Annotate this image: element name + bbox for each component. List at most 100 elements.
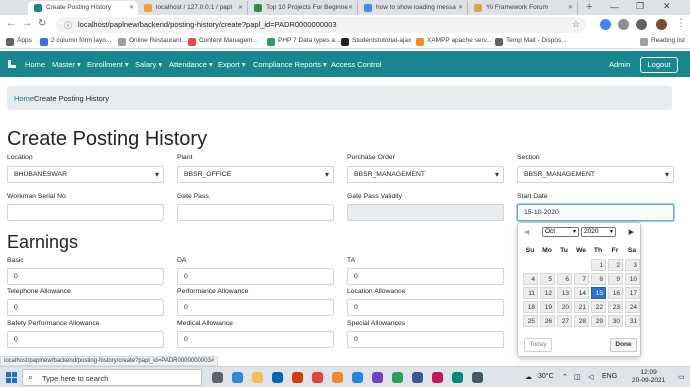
- forward-icon[interactable]: →: [22, 18, 32, 29]
- calendar-day[interactable]: 21: [574, 301, 589, 313]
- taskbar-search-input[interactable]: ⌕ Type here to search: [22, 369, 202, 386]
- calendar-day[interactable]: 11: [523, 287, 538, 299]
- store-icon[interactable]: [272, 372, 283, 383]
- calendar-day[interactable]: 18: [523, 301, 538, 313]
- info-icon[interactable]: ⓘ: [64, 20, 72, 31]
- calendar-day[interactable]: 9: [608, 273, 623, 285]
- menu-kebab-icon[interactable]: ⋮: [676, 18, 686, 29]
- profile-avatar[interactable]: [636, 19, 647, 30]
- clock[interactable]: 12:09 20-09-2021: [632, 369, 665, 385]
- browser-tab[interactable]: Create Posting History ✕: [28, 1, 138, 15]
- language-label[interactable]: ENG: [602, 373, 617, 380]
- bookmark-item[interactable]: Temp Mail - Dispos...: [495, 37, 567, 46]
- calendar-day[interactable]: 23: [608, 301, 623, 313]
- nav-item[interactable]: Attendance ▾: [169, 60, 213, 69]
- calendar-day[interactable]: 22: [591, 301, 606, 313]
- chrome-icon[interactable]: [312, 372, 323, 383]
- nav-item[interactable]: Access Control: [331, 60, 381, 69]
- performance-allowance-input[interactable]: 0: [177, 299, 334, 316]
- calendar-day[interactable]: 27: [557, 315, 572, 327]
- calendar-day[interactable]: 4: [523, 273, 538, 285]
- task-view-icon[interactable]: [212, 372, 223, 383]
- maximize-icon[interactable]: ❐: [636, 1, 644, 12]
- minimize-icon[interactable]: —: [610, 2, 619, 12]
- app-icon-2[interactable]: [392, 372, 403, 383]
- calendar-day[interactable]: 14: [574, 287, 589, 299]
- special-allowance-input[interactable]: 0: [347, 331, 504, 348]
- xampp-icon[interactable]: [332, 372, 343, 383]
- brand-logo-icon[interactable]: [8, 60, 16, 68]
- bookmark-item[interactable]: Content Managem...: [188, 37, 258, 46]
- notification-icon[interactable]: ▭: [678, 373, 685, 381]
- ta-input[interactable]: 0: [347, 268, 504, 285]
- close-window-icon[interactable]: ✕: [663, 1, 671, 12]
- close-tab-icon[interactable]: ✕: [129, 4, 134, 11]
- user-avatar[interactable]: [656, 19, 667, 30]
- browser-tab[interactable]: Top 10 Projects For Beginne ✕: [248, 1, 358, 15]
- nav-item[interactable]: Export ▾: [218, 60, 246, 69]
- browser-tab[interactable]: how to show loading messa ✕: [358, 1, 468, 15]
- calendar-day[interactable]: 7: [574, 273, 589, 285]
- calendar-day[interactable]: 30: [608, 315, 623, 327]
- close-tab-icon[interactable]: ✕: [348, 4, 353, 11]
- tray-chevron-icon[interactable]: ⌃: [562, 373, 568, 381]
- prev-month-icon[interactable]: ◀: [524, 228, 529, 236]
- edge-icon[interactable]: [232, 372, 243, 383]
- calendar-day[interactable]: 12: [540, 287, 555, 299]
- puzzle-icon[interactable]: [618, 19, 629, 30]
- bookmark-item[interactable]: Online Restaurant...: [118, 37, 187, 46]
- app-icon-3[interactable]: [412, 372, 423, 383]
- calendar-day[interactable]: 26: [540, 315, 555, 327]
- url-text[interactable]: localhost/paplnew/backend/posting-histor…: [78, 20, 337, 29]
- calendar-day[interactable]: 10: [625, 273, 640, 285]
- calendar-day[interactable]: 16: [608, 287, 623, 299]
- bookmark-item[interactable]: Studentstutorial-ajax: [341, 37, 411, 46]
- nav-item[interactable]: Salary ▾: [135, 60, 162, 69]
- section-select[interactable]: BBSR_MANAGEMENT: [517, 166, 674, 183]
- calendar-day[interactable]: 28: [574, 315, 589, 327]
- calendar-day[interactable]: 8: [591, 273, 606, 285]
- weather-label[interactable]: 30°C: [538, 373, 554, 380]
- address-bar[interactable]: ⓘ localhost/paplnew/backend/posting-hist…: [56, 17, 586, 33]
- safety-allowance-input[interactable]: 0: [7, 331, 164, 348]
- app-icon-4[interactable]: [432, 372, 443, 383]
- bookmark-item[interactable]: PHP 7 Data types a...: [267, 37, 340, 46]
- calendar-day[interactable]: 20: [557, 301, 572, 313]
- close-tab-icon[interactable]: ✕: [568, 4, 573, 11]
- calendar-day[interactable]: 31: [625, 315, 640, 327]
- location-select[interactable]: BHUBANESWAR: [7, 166, 164, 183]
- calendar-day[interactable]: 24: [625, 301, 640, 313]
- gate-pass-input[interactable]: [177, 204, 334, 221]
- calendar-day[interactable]: 2: [608, 259, 623, 271]
- extension-icon[interactable]: [600, 19, 611, 30]
- gate-pass-validity-input[interactable]: [347, 204, 504, 221]
- back-icon[interactable]: ←: [6, 18, 16, 29]
- today-button[interactable]: Today: [524, 338, 552, 352]
- workman-serial-input[interactable]: [7, 204, 164, 221]
- start-date-input[interactable]: 15-10-2020: [517, 204, 674, 221]
- calendar-day[interactable]: 3: [625, 259, 640, 271]
- app-icon-6[interactable]: [472, 372, 483, 383]
- browser-tab[interactable]: localhost / 127.0.0.1 / papl ✕: [138, 1, 248, 15]
- logout-button[interactable]: Logout: [640, 57, 678, 73]
- nav-item[interactable]: Compliance Reports ▾: [253, 60, 327, 69]
- medical-allowance-input[interactable]: 0: [177, 331, 334, 348]
- da-input[interactable]: 0: [177, 268, 334, 285]
- location-allowance-input[interactable]: 0: [347, 299, 504, 316]
- nav-item[interactable]: Enrollment ▾: [87, 60, 129, 69]
- purchase-order-select[interactable]: BBSR_MANAGEMENT: [347, 166, 504, 183]
- month-select[interactable]: Oct: [542, 227, 579, 237]
- bookmark-item[interactable]: Apps: [6, 37, 32, 46]
- bookmark-star-icon[interactable]: ☆: [572, 19, 580, 30]
- calendar-day[interactable]: 19: [540, 301, 555, 313]
- volume-icon[interactable]: ◁: [588, 373, 593, 381]
- done-button[interactable]: Done: [610, 338, 637, 352]
- office-icon[interactable]: [292, 372, 303, 383]
- calendar-day[interactable]: 6: [557, 273, 572, 285]
- nav-item[interactable]: Home: [25, 60, 45, 69]
- browser-tab[interactable]: Yii Framework Forum ✕: [468, 1, 578, 15]
- next-month-icon[interactable]: ▶: [629, 228, 634, 236]
- bookmark-item[interactable]: 2 column form layo...: [40, 37, 111, 46]
- calendar-day[interactable]: 25: [523, 315, 538, 327]
- vscode-icon[interactable]: [352, 372, 363, 383]
